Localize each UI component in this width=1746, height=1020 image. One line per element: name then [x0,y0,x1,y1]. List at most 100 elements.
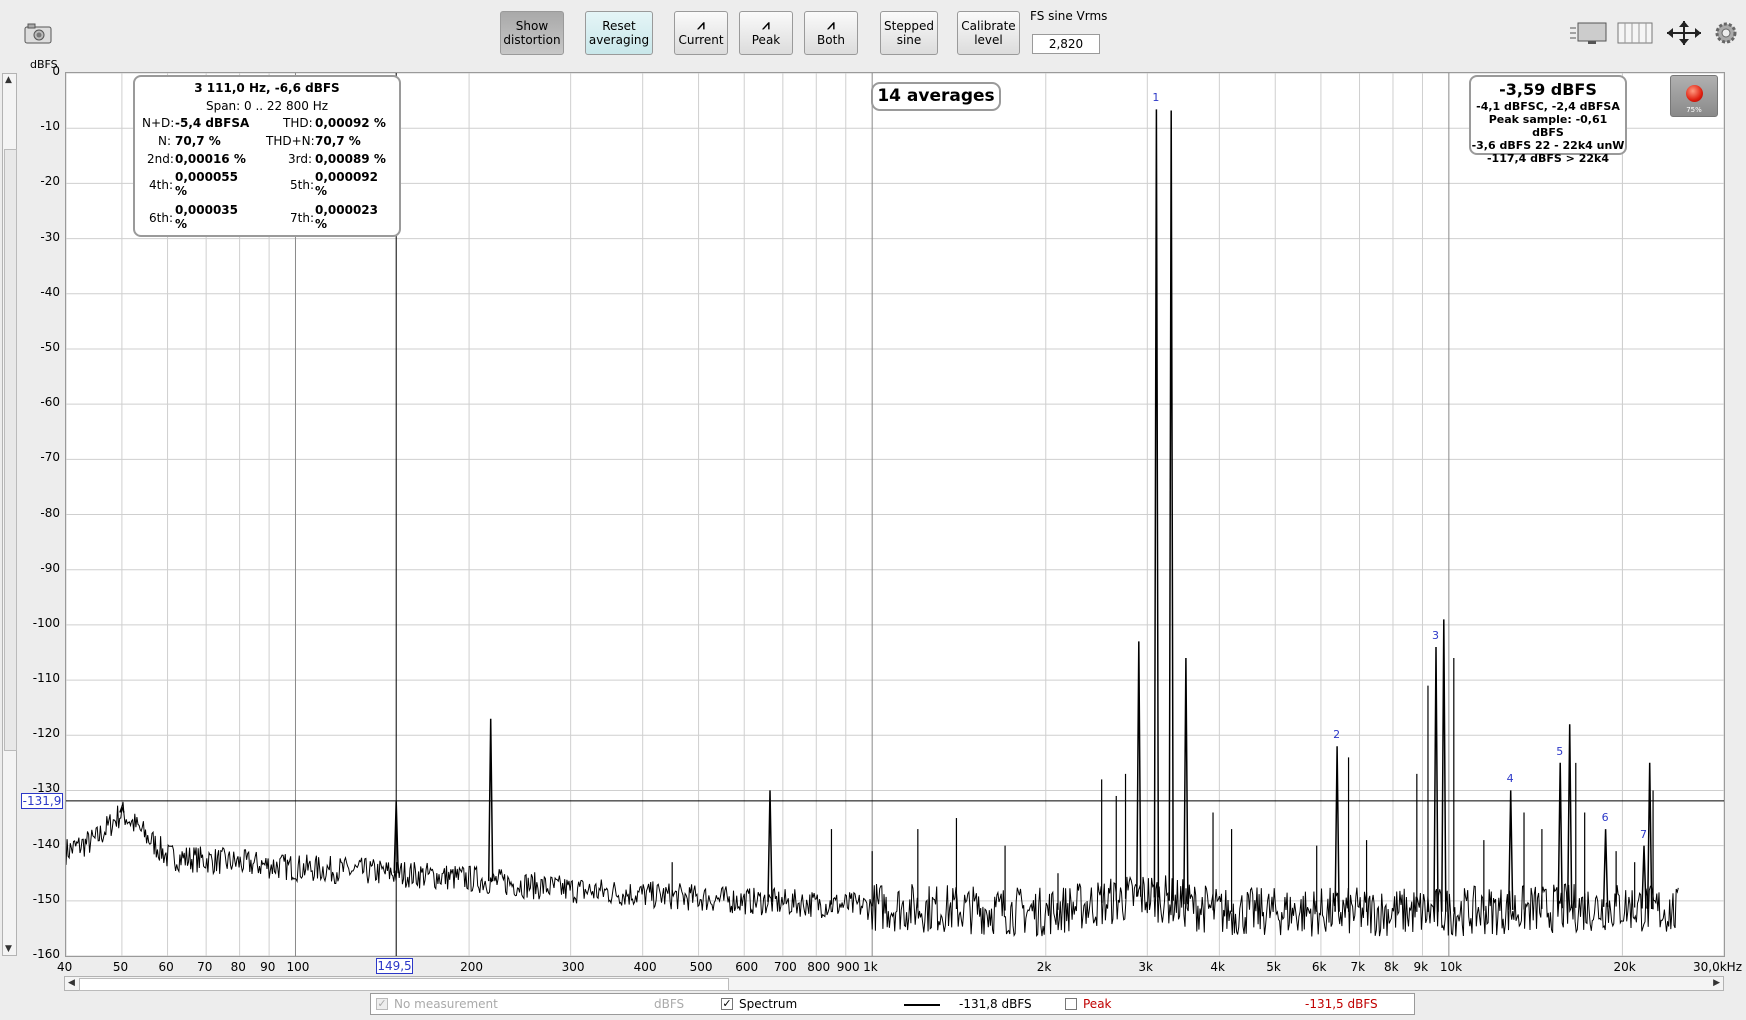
averages-badge: 14 averages [871,82,1001,111]
x-tick-label: 800 [807,960,831,974]
calibrate-level-line2: level [974,33,1003,47]
spectrum-peak [1168,110,1174,901]
thd-label: THD: [283,116,313,130]
info-header: 3 111,0 Hz, -6,6 dBFS [194,81,340,95]
y-tick-label: -90 [40,560,60,575]
x-tick-label: 10k [1439,960,1463,974]
spectrum-peak [767,790,773,902]
vertical-scrollbar[interactable]: ▲ ▼ [2,73,17,956]
h7-value: 0,000023 [315,203,379,217]
h6-label: 6th: [149,211,173,225]
nd-value: -5,4 dBFSA [175,116,250,130]
camera-icon[interactable] [24,22,52,44]
record-button[interactable]: 75% [1670,75,1718,117]
level-unweighted: -3,6 dBFS 22 - 22k4 unW [1471,139,1625,152]
fs-sine-input[interactable]: 2,820 [1032,34,1100,54]
current-button[interactable]: ⩘ Current [674,11,728,55]
scroll-up-icon[interactable]: ▲ [5,75,12,85]
x-tick-label: 60 [158,960,174,974]
x-tick-label: 50 [112,960,129,974]
spectrum-checkbox[interactable]: ✓ [721,998,733,1010]
toolbar: Show distortion Reset averaging ⩘ Curren… [0,0,1746,66]
stepped-sine-line2: sine [896,33,922,47]
y-tick-label: -160 [32,947,60,961]
stepped-sine-button[interactable]: Stepped sine [880,11,938,55]
x-tick-label: 1k [863,960,878,974]
x-tick-label: 300 [561,960,585,974]
x-tick-label: 30,0kHz [1693,960,1742,974]
waveform-icon: ⩘ [827,18,835,33]
peak-button[interactable]: ⩘ Peak [739,11,793,55]
y-tick-label: -20 [40,174,60,189]
x-tick-label: 7k [1350,960,1366,974]
x-tick-label: 40 [57,960,73,974]
x-tick-label: 70 [197,960,213,974]
peak-value: -131,5 dBFS [1305,997,1378,1011]
x-tick-label: 100 [286,960,310,974]
nd-label: N+D: [142,116,175,130]
harmonic-label: 3 [1432,628,1439,642]
x-tick-label: 5k [1266,960,1281,974]
record-icon [1686,85,1703,102]
both-label: Both [817,33,845,47]
cursor-frequency-label[interactable]: 149,5 [376,958,413,974]
show-distortion-button[interactable]: Show distortion [500,11,564,55]
spectrum-label: Spectrum [739,997,798,1011]
reset-averaging-line1: Reset [602,19,636,33]
harmonic-label: 7 [1640,827,1648,841]
horizontal-scroll-thumb[interactable] [79,978,729,991]
x-tick-label: 200 [460,960,483,974]
spectrum-peak [1557,762,1563,909]
spectrum-peak [1641,845,1647,909]
fit-arrows-icon[interactable] [1665,20,1703,46]
level-readout-box: -3,59 dBFS -4,1 dBFSC, -2,4 dBFSA Peak s… [1469,75,1627,165]
spectrum-peak [1566,724,1573,909]
horizontal-scrollbar[interactable]: ◀ ▶ [64,976,1724,991]
y-tick-label: -150 [32,891,60,906]
y-tick-label: -110 [32,671,60,686]
level-peak-sample: Peak sample: -0,61 dBFS [1488,113,1608,139]
gear-icon[interactable] [1713,20,1739,46]
y-tick-label: 0 [52,64,60,78]
grid-columns-icon[interactable] [1617,20,1653,46]
y-tick-label: -40 [40,284,60,299]
y-tick-label: -100 [32,615,60,630]
x-tick-label: 9k [1413,960,1429,974]
both-button[interactable]: ⩘ Both [804,11,858,55]
calibrate-level-button[interactable]: Calibrate level [957,11,1020,55]
h3-value: 0,00089 % [315,152,386,166]
spectrum-peak [1433,646,1439,912]
h7-unit: % [315,217,328,231]
peak-label: Peak [1083,997,1112,1011]
scroll-left-icon[interactable]: ◀ [68,978,75,988]
x-tick-label: 90 [260,960,276,974]
spectrum-peak [1602,829,1609,907]
y-tick-label: -30 [40,229,60,244]
scroll-down-icon[interactable]: ▼ [5,944,12,954]
peak-checkbox[interactable] [1065,998,1077,1010]
show-distortion-line1: Show [515,19,549,33]
spectrum-peak [1507,790,1514,910]
h4-value: 0,000055 [175,170,239,184]
no-measurement-checkbox[interactable]: ✓ [376,998,388,1010]
layout-icon[interactable] [1568,20,1608,46]
cursor-level-label[interactable]: -131,9 [21,793,63,809]
h4-unit: % [175,184,188,198]
y-tick-label: -80 [40,505,60,520]
reset-averaging-button[interactable]: Reset averaging [585,11,653,55]
h5-label: 5th: [290,178,314,192]
waveform-icon: ⩘ [697,18,705,33]
h3-label: 3rd: [288,152,313,166]
no-measurement-unit: dBFS [654,997,685,1011]
h2-label: 2nd: [147,152,174,166]
x-tick-label: 700 [773,960,797,974]
harmonic-label: 6 [1601,811,1609,825]
spectrum-peak [487,718,494,882]
vertical-scroll-thumb[interactable] [4,149,17,751]
scroll-right-icon[interactable]: ▶ [1713,978,1720,988]
spectrum-value: -131,8 dBFS [959,997,1032,1011]
harmonic-label: 4 [1506,772,1514,786]
distortion-info-box: 3 111,0 Hz, -6,6 dBFS Span: 0 .. 22 800 … [133,75,401,237]
spectrum-peak [1153,109,1160,898]
spectrum-peak [1183,657,1189,905]
